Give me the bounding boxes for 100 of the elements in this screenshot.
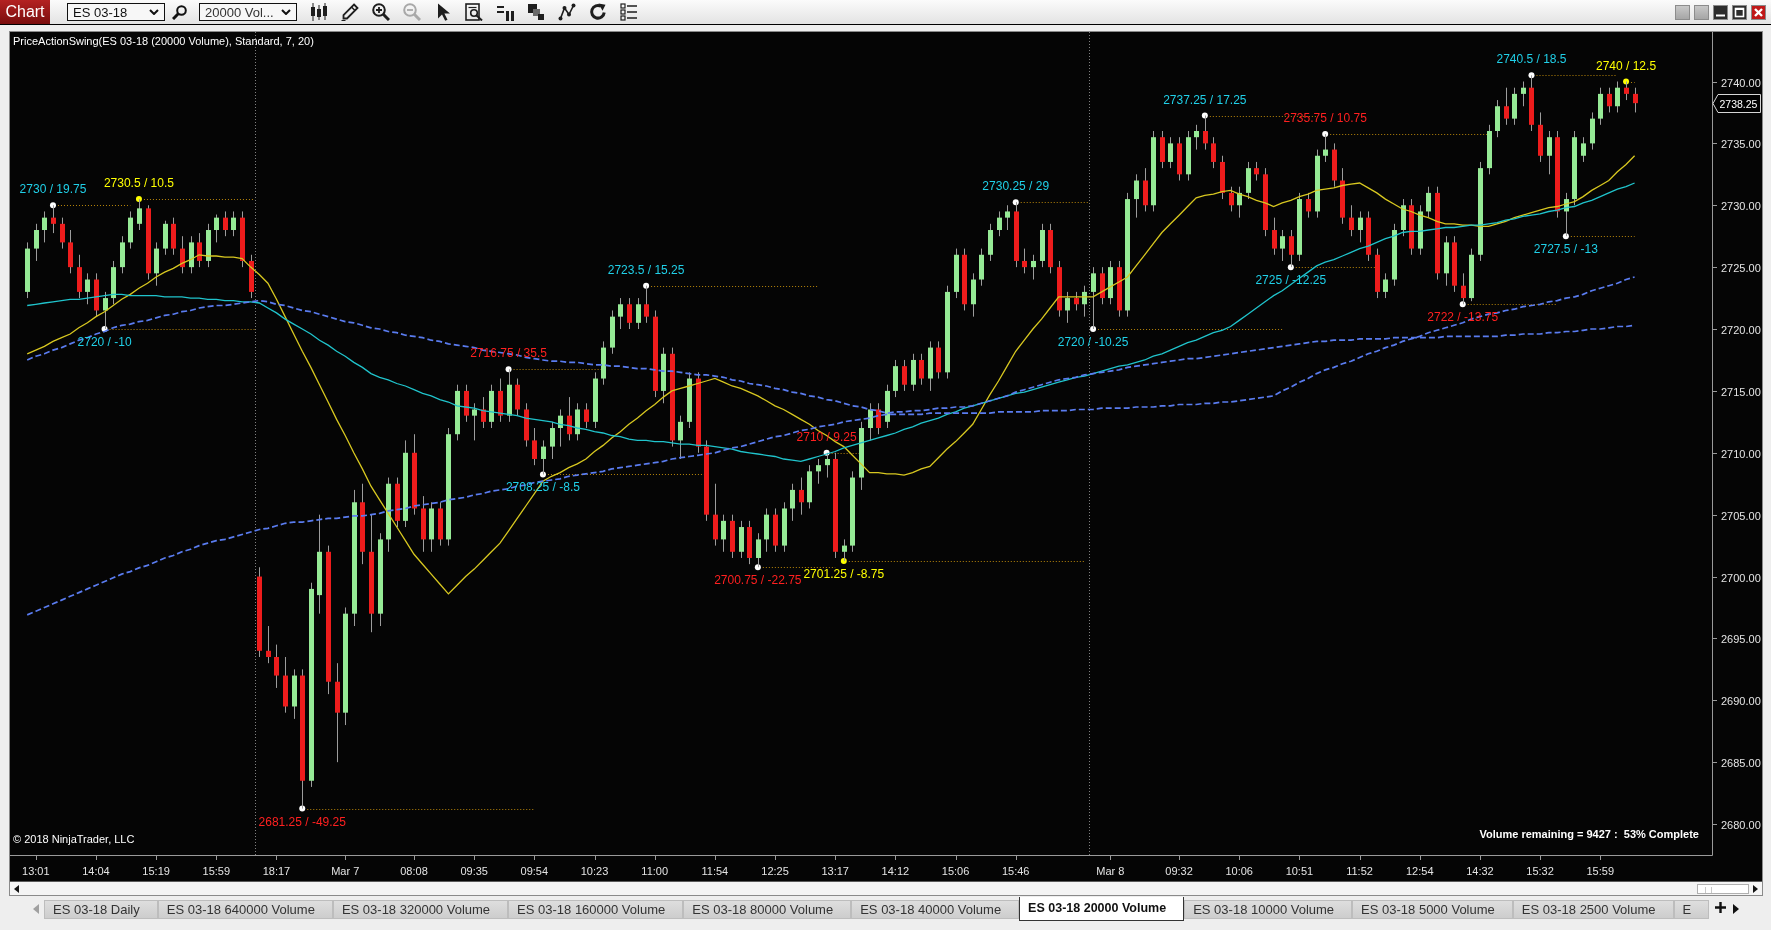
interval-dropdown[interactable]: 20000 Vol... xyxy=(199,3,297,21)
time-axis-label: 10:51 xyxy=(1285,865,1314,877)
document-search-icon[interactable] xyxy=(465,3,483,21)
time-axis-label: 12:25 xyxy=(761,865,789,877)
time-axis-label: 15:32 xyxy=(1526,865,1554,877)
price-axis-label: 2725.00 xyxy=(1721,261,1761,274)
maximize-icon[interactable] xyxy=(1732,4,1747,20)
candle xyxy=(859,421,864,491)
candle xyxy=(1469,248,1474,302)
candle xyxy=(1280,229,1285,262)
candle xyxy=(1160,130,1165,169)
tab[interactable]: ES 03-18 640000 Volume xyxy=(157,900,333,919)
price-axis-label: 2690.00 xyxy=(1721,694,1761,707)
candle xyxy=(1315,149,1320,219)
candle xyxy=(893,359,898,398)
swing-label: 2740.5 / 18.5 xyxy=(1496,52,1567,67)
tab[interactable]: ES 03-18 320000 Volume xyxy=(332,900,509,919)
time-axis-label: 14:12 xyxy=(881,865,910,877)
tab[interactable]: ES 03-18 160000 Volume xyxy=(508,900,684,919)
axis-tick xyxy=(1711,267,1718,268)
axis-tick xyxy=(715,854,716,861)
candle xyxy=(1048,223,1053,274)
tab[interactable]: ES 03-18 80000 Volume xyxy=(683,900,852,919)
squares-icon[interactable] xyxy=(527,3,545,21)
scroll-right-icon[interactable] xyxy=(1753,884,1758,893)
candle xyxy=(111,260,116,305)
candle xyxy=(1529,74,1534,132)
candle xyxy=(730,514,735,559)
pencil-icon[interactable] xyxy=(341,3,359,21)
candle xyxy=(1203,115,1208,151)
candle xyxy=(1168,136,1173,169)
price-axis-label: 2705.00 xyxy=(1721,509,1761,522)
axis-tick xyxy=(1360,854,1361,861)
search-icon[interactable] xyxy=(172,4,187,20)
candle xyxy=(1211,136,1216,169)
candle xyxy=(842,538,847,562)
tab[interactable]: ES 03-18 2500 Volume xyxy=(1512,900,1674,919)
candle xyxy=(1065,291,1070,324)
tab[interactable]: ES 03-18 20000 Volume xyxy=(1019,897,1185,921)
candle xyxy=(515,378,520,417)
price-axis-label: 2695.00 xyxy=(1721,632,1761,645)
minimize-icon[interactable] xyxy=(1713,4,1728,20)
tab-scroll-right-icon[interactable] xyxy=(1733,904,1740,914)
caret-icon[interactable] xyxy=(281,9,291,15)
axis-tick xyxy=(1179,854,1180,861)
tab[interactable]: ES 03-18 Daily xyxy=(44,900,158,919)
price-axis-label: 2715.00 xyxy=(1721,385,1761,398)
scroll-left-icon[interactable] xyxy=(14,884,19,893)
tab[interactable]: E xyxy=(1673,900,1710,919)
candle xyxy=(1340,167,1345,225)
axis-tick xyxy=(36,854,37,861)
candle xyxy=(34,223,39,262)
candle xyxy=(790,483,795,522)
refresh-icon[interactable] xyxy=(589,3,607,21)
list-icon[interactable] xyxy=(620,3,638,21)
caret-icon[interactable] xyxy=(149,9,159,15)
candle xyxy=(988,223,993,262)
tab[interactable]: ES 03-18 40000 Volume xyxy=(851,900,1020,919)
axis-tick xyxy=(1711,143,1718,144)
candle xyxy=(919,353,924,386)
candle xyxy=(618,297,623,330)
candle xyxy=(85,272,90,305)
last-price-tag: 2738.25 xyxy=(1712,94,1761,113)
candle xyxy=(1401,198,1406,237)
axis-tick xyxy=(1711,762,1718,763)
tab[interactable]: ES 03-18 10000 Volume xyxy=(1184,900,1353,919)
zoom-in-icon[interactable] xyxy=(372,3,390,21)
scrollbar-thumb[interactable] xyxy=(1697,883,1749,894)
swing-label: 2735.75 / 10.75 xyxy=(1283,111,1367,126)
polyline-icon[interactable] xyxy=(558,3,576,21)
candle xyxy=(1547,130,1552,175)
candle xyxy=(816,458,821,485)
swing-label: 2740 / 12.5 xyxy=(1596,58,1657,73)
candle xyxy=(911,353,916,392)
plus-icon[interactable] xyxy=(1715,902,1727,913)
instrument-dropdown[interactable]: ES 03-18 xyxy=(67,3,165,21)
time-axis-label: 11:52 xyxy=(1346,865,1373,877)
lines-and-bars-icon[interactable] xyxy=(496,3,514,21)
candle xyxy=(1323,133,1328,163)
candle xyxy=(1134,173,1139,219)
axis-tick xyxy=(345,854,346,861)
candle xyxy=(1607,87,1612,113)
tab[interactable]: ES 03-18 5000 Volume xyxy=(1352,900,1513,919)
candle xyxy=(1358,210,1363,243)
close-icon[interactable] xyxy=(1751,4,1766,20)
candle xyxy=(1487,124,1492,175)
swing-label: 2737.25 / 17.25 xyxy=(1163,92,1247,107)
candlestick-icon[interactable] xyxy=(310,3,328,21)
candle xyxy=(825,452,830,479)
candle xyxy=(1615,81,1620,113)
candle xyxy=(489,384,494,429)
candle xyxy=(472,402,477,441)
time-axis-label: Mar 8 xyxy=(1096,865,1125,877)
candle xyxy=(128,210,133,250)
axis-tick xyxy=(1711,824,1718,825)
swing-label: 2730 / 19.75 xyxy=(19,182,87,197)
indicator-label: PriceActionSwing(ES 03-18 (20000 Volume), Standard, 7, 20) xyxy=(13,35,314,47)
candle xyxy=(498,378,503,423)
window-button[interactable] xyxy=(1675,4,1690,20)
time-axis-label: 09:54 xyxy=(520,865,549,877)
